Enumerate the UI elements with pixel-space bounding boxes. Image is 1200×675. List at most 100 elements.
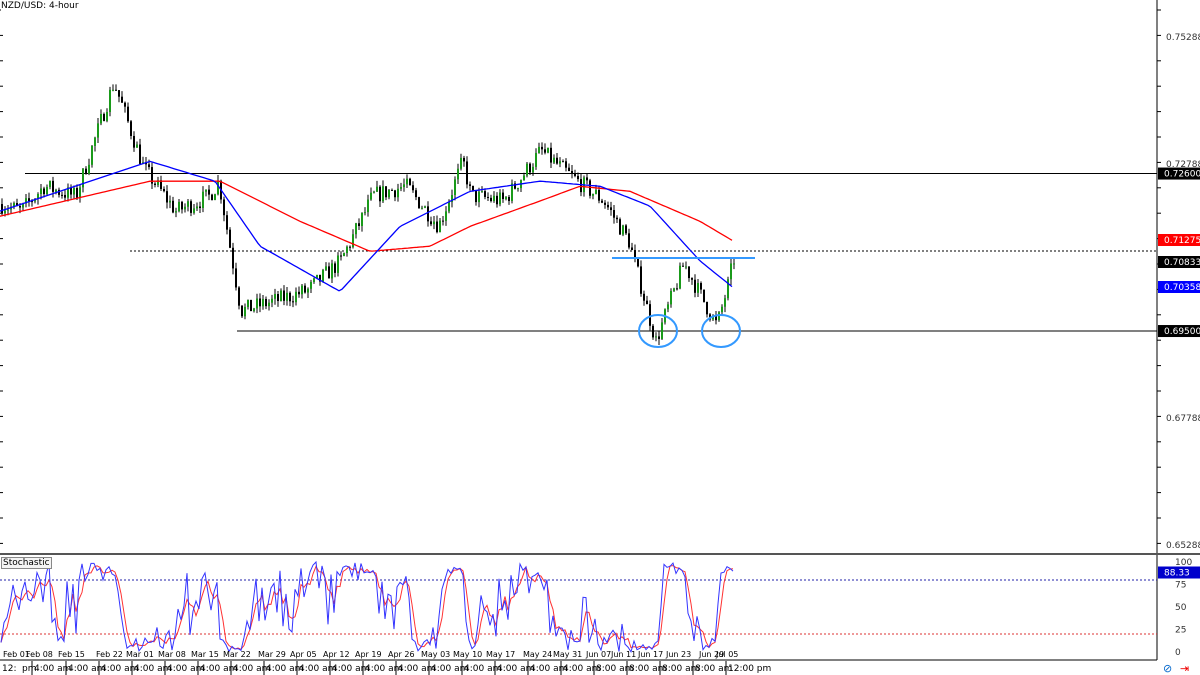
candle — [211, 193, 213, 201]
candle — [118, 90, 120, 103]
candle-body — [487, 196, 489, 198]
candle — [223, 196, 225, 222]
candle — [328, 262, 330, 279]
candle-body — [697, 283, 699, 293]
candle-body — [367, 199, 369, 213]
candle-body — [589, 180, 591, 196]
stoch-value-label: 88.33 — [1164, 569, 1190, 579]
candle — [487, 192, 489, 201]
candle-body — [613, 210, 615, 218]
chart-title: NZD/USD: 4-hour — [1, 1, 79, 11]
candle-body — [199, 206, 201, 208]
candle — [589, 178, 591, 199]
candle — [538, 142, 540, 154]
candle — [145, 157, 147, 171]
candle — [616, 215, 618, 224]
x-time-label: 4:00 am — [200, 664, 237, 674]
candle-body — [235, 268, 237, 288]
candle-body — [670, 290, 672, 305]
candle-body — [298, 291, 300, 295]
candle-body — [136, 144, 138, 148]
candle — [430, 216, 432, 227]
candle-body — [7, 209, 9, 211]
candle-body — [229, 229, 231, 248]
candle — [289, 291, 291, 307]
candle — [199, 201, 201, 213]
stoch-tick-label: 25 — [1175, 626, 1186, 636]
x-date-label: Jul 05 — [715, 650, 738, 659]
candle-body — [529, 163, 531, 173]
candle-body — [568, 167, 570, 171]
candle — [388, 189, 390, 200]
candle-body — [295, 291, 297, 303]
candle — [520, 179, 522, 192]
candle-body — [379, 186, 381, 202]
candle-body — [397, 188, 399, 198]
candle-body — [499, 192, 501, 205]
candle-body — [556, 157, 558, 164]
candle — [592, 193, 594, 200]
candle-body — [541, 146, 543, 150]
stoch-tick-label: 0 — [1175, 648, 1181, 658]
candle — [178, 198, 180, 213]
x-time-label: 8:00 am — [596, 664, 633, 674]
candle — [214, 193, 216, 201]
candle-body — [289, 292, 291, 302]
candle-body — [256, 298, 258, 309]
candle — [508, 194, 510, 205]
candle-body — [241, 305, 243, 317]
candle-body — [427, 206, 429, 222]
candle — [646, 295, 648, 305]
candle — [304, 283, 306, 294]
candle — [346, 245, 348, 257]
candle — [670, 288, 672, 308]
candle-body — [724, 298, 726, 307]
candle-body — [643, 293, 645, 301]
candle — [406, 174, 408, 189]
candle — [85, 166, 87, 175]
candle — [112, 84, 114, 92]
y-tick-label: 0.75288 — [1166, 33, 1200, 43]
candle — [559, 157, 561, 168]
candle — [250, 299, 252, 312]
candle — [337, 252, 339, 277]
candle — [610, 201, 612, 216]
candle — [676, 283, 678, 291]
candle — [97, 117, 99, 144]
candle-body — [505, 197, 507, 200]
candle-body — [301, 285, 303, 295]
candle-body — [406, 178, 408, 185]
candle-body — [508, 197, 510, 201]
candle-body — [718, 312, 720, 321]
candle-body — [628, 233, 630, 248]
candle-body — [262, 298, 264, 307]
x-time-label: 4:00 am — [398, 664, 435, 674]
x-time-label: 8:00 am — [662, 664, 699, 674]
candle-body — [106, 112, 108, 121]
candle-body — [355, 223, 357, 235]
candle — [574, 169, 576, 178]
candle-body — [394, 190, 396, 198]
candle-body — [700, 283, 702, 290]
x-time-label: 12: — [2, 664, 16, 674]
candle-body — [337, 255, 339, 273]
candle-body — [403, 184, 405, 188]
price-chart[interactable]: 0.752880.727880.677880.652880.726000.712… — [0, 0, 1200, 675]
candle-body — [328, 266, 330, 279]
candle-body — [1, 204, 3, 214]
candle — [274, 288, 276, 305]
candle-body — [340, 255, 342, 257]
x-time-label: 8:00 am — [629, 664, 666, 674]
candle — [661, 318, 663, 340]
candle-body — [130, 121, 132, 136]
candle — [313, 277, 315, 284]
stoch-tick-label: 100 — [1175, 558, 1192, 568]
candle — [181, 200, 183, 214]
candle-body — [91, 145, 93, 165]
candle-body — [370, 192, 372, 200]
candle-body — [526, 163, 528, 176]
candle-body — [457, 168, 459, 180]
x-time-label: 4:00 am — [68, 664, 105, 674]
candle — [604, 200, 606, 209]
candle — [679, 262, 681, 290]
